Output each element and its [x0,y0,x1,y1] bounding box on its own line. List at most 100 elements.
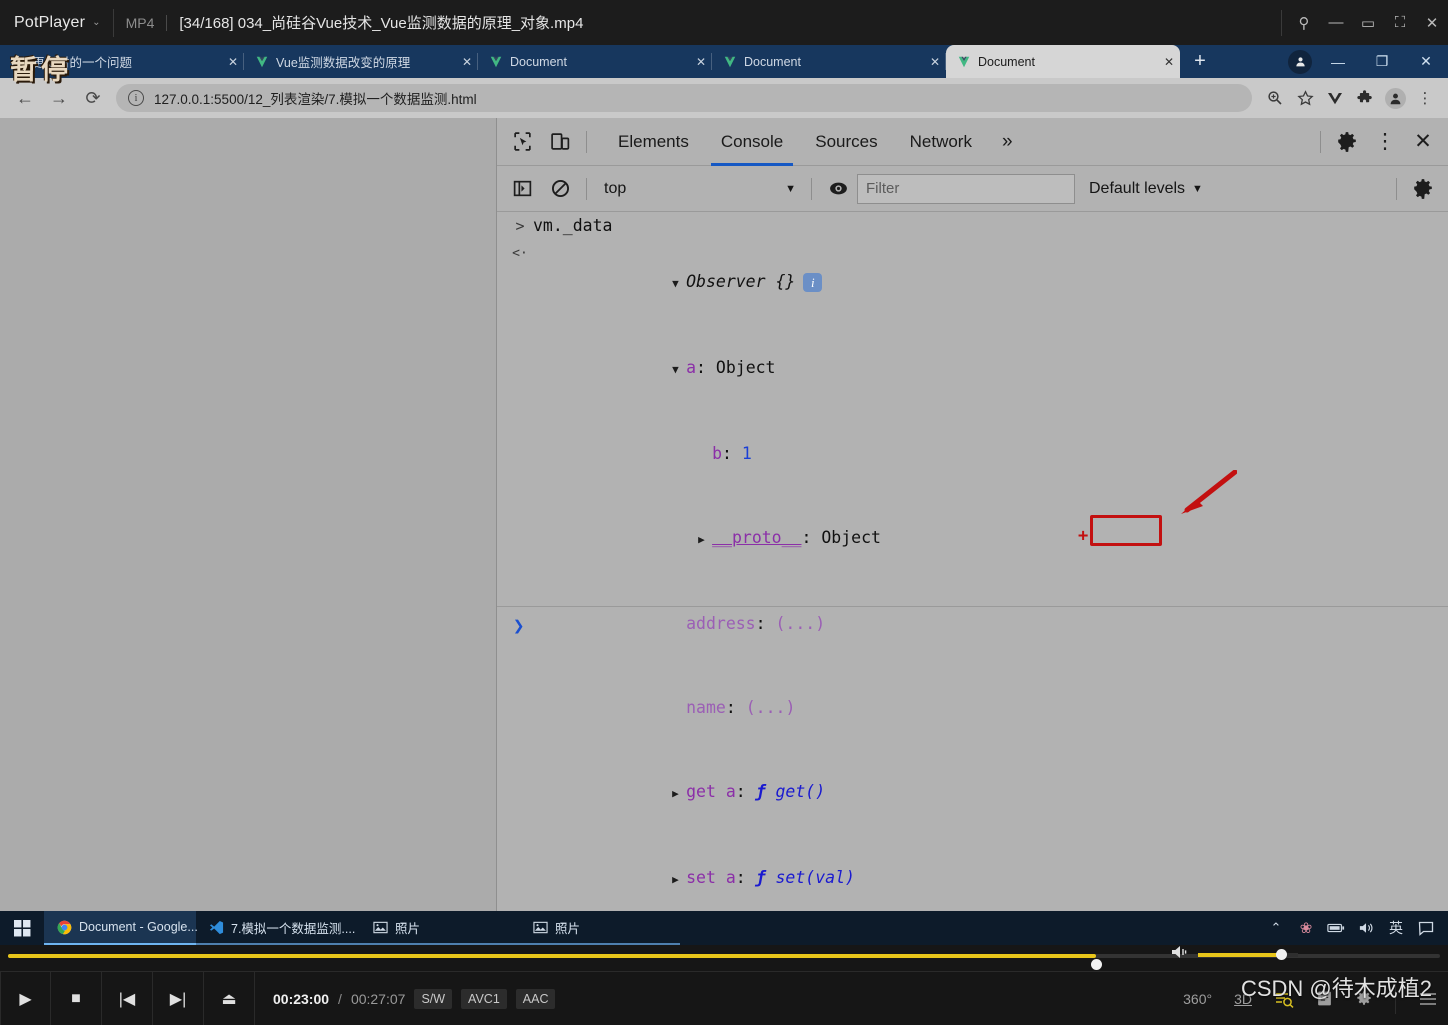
browser-tab-0[interactable]: 更新时的一个问题 ✕ [0,45,244,78]
back-button[interactable]: ← [8,81,42,115]
new-tab-button[interactable]: + [1180,45,1220,78]
battery-icon[interactable] [1322,911,1350,945]
console-context-selector[interactable]: top ▼ [594,174,804,204]
console-log-levels-selector[interactable]: Default levels ▼ [1089,180,1203,198]
profile-avatar-icon[interactable] [1380,83,1410,113]
previous-button[interactable]: |◀ [102,971,153,1025]
volume-slider-track[interactable] [1198,948,1298,960]
info-badge-icon[interactable]: i [803,273,823,292]
console-property-row[interactable]: ▶ __proto__: Object [497,496,1448,582]
prop-value[interactable]: (...) [746,698,796,717]
tab-sources[interactable]: Sources [799,118,893,166]
next-button[interactable]: ▶| [153,971,204,1025]
controls-divider [1395,983,1396,1014]
titlebar-divider-2 [166,14,168,31]
tab-network[interactable]: Network [894,118,988,166]
potplayer-menu-caret-icon[interactable]: ⌄ [92,17,100,28]
console-property-row[interactable]: ▼ a: Object [497,326,1448,412]
tab-close-icon-4[interactable]: ✕ [1154,55,1174,69]
seek-bar-knob[interactable] [1091,959,1103,970]
prop-key: __proto__ [712,528,802,547]
notifications-icon[interactable] [1412,911,1440,945]
browser-tab-3[interactable]: Document ✕ [712,45,946,78]
browser-maximize-icon[interactable]: ❐ [1360,45,1404,78]
console-prompt-caret-icon: ❯ [513,615,525,637]
console-property-row-highlighted[interactable]: b: 1 [497,412,1448,496]
ime-language-icon[interactable]: 英 [1382,911,1410,945]
site-info-icon[interactable]: i [128,90,144,106]
extensions-puzzle-icon[interactable] [1350,83,1380,113]
console-property-row[interactable]: name: (...) [497,666,1448,750]
console-settings-gear-icon[interactable] [1404,170,1442,208]
settings-gear-icon[interactable] [1355,990,1373,1008]
console-sidebar-toggle-icon[interactable] [503,170,541,208]
inspect-element-icon[interactable] [503,123,541,161]
tab-elements[interactable]: Elements [602,118,705,166]
taskbar-item-photos-1[interactable]: 照片 [360,911,520,945]
tab-close-icon-1[interactable]: ✕ [452,55,472,69]
playlist-search-icon[interactable] [1274,990,1294,1008]
menu-icon[interactable] [1418,992,1438,1006]
chrome-menu-icon[interactable]: ⋮ [1410,83,1440,113]
minimize-icon[interactable]: — [1320,0,1352,45]
volume-speaker-icon[interactable] [1170,944,1190,965]
tab-console[interactable]: Console [705,118,799,166]
taskbar-item-photos-2[interactable]: 照片 [520,911,680,945]
console-output[interactable]: > vm._data <· ▼ Observer {} i ▼ a: Object [497,212,1448,911]
profile-badge-icon[interactable] [1288,49,1312,74]
more-tabs-icon[interactable]: » [988,118,1027,166]
eject-button[interactable]: ⏏ [204,971,255,1025]
browser-tab-1[interactable]: Vue监测数据改变的原理 ✕ [244,45,478,78]
devtools-more-options-icon[interactable]: ⋮ [1366,123,1404,161]
pin-icon[interactable]: ⚲ [1288,0,1320,45]
clear-console-icon[interactable] [541,170,579,208]
devtools-settings-gear-icon[interactable] [1328,123,1366,161]
vue-favicon-icon [722,54,737,69]
play-button[interactable]: ▶ [0,971,51,1025]
stop-button[interactable]: ■ [51,971,102,1025]
prop-value[interactable]: (...) [776,614,826,633]
browser-close-icon[interactable]: ✕ [1404,45,1448,78]
expand-triangle-icon[interactable]: ▶ [672,780,686,808]
360-view-button[interactable]: 360° [1183,991,1212,1007]
forward-button[interactable]: → [42,81,76,115]
3d-view-button[interactable]: 3D [1234,991,1252,1007]
expand-triangle-icon[interactable]: ▶ [672,866,686,894]
expand-triangle-icon[interactable]: ▼ [672,356,686,384]
bookmark-star-icon[interactable] [1290,83,1320,113]
volume-control[interactable] [1170,944,1298,965]
volume-icon[interactable] [1352,911,1380,945]
browser-tab-2[interactable]: Document ✕ [478,45,712,78]
sakura-ime-icon[interactable]: ❀ [1292,911,1320,945]
browser-tab-4[interactable]: Document ✕ [946,45,1180,78]
reload-button[interactable]: ⟳ [76,81,110,115]
live-expression-eye-icon[interactable] [819,170,857,208]
taskbar-item-chrome[interactable]: Document - Google... [44,911,198,945]
console-property-row[interactable]: address: (...) [497,582,1448,666]
show-hidden-icons[interactable]: ⌃ [1262,911,1290,945]
playlist-icon[interactable] [1316,990,1333,1007]
volume-slider-knob[interactable] [1276,948,1287,960]
start-button-icon[interactable] [0,911,44,945]
tab-close-icon-3[interactable]: ✕ [920,55,940,69]
zoom-icon[interactable] [1260,83,1290,113]
potplayer-app-name[interactable]: PotPlayer [0,14,85,32]
vue-devtools-icon[interactable] [1320,83,1350,113]
expand-triangle-icon[interactable]: ▼ [672,270,686,298]
address-bar[interactable]: i 127.0.0.1:5500/12_列表渲染/7.模拟一个数据监测.html [116,84,1252,112]
console-property-row[interactable]: ▶ get a: ƒ get() [497,750,1448,836]
browser-minimize-icon[interactable]: — [1316,45,1360,78]
taskbar-item-label: Document - Google... [79,920,198,934]
device-toolbar-icon[interactable] [541,123,579,161]
fullscreen-icon[interactable]: ⛶ [1384,0,1416,45]
console-property-row[interactable]: ▶ set a: ƒ set(val) [497,836,1448,911]
tab-close-icon-0[interactable]: ✕ [218,55,238,69]
restore-icon[interactable]: ▭ [1352,0,1384,45]
close-icon[interactable]: ✕ [1416,0,1448,45]
tab-close-icon-2[interactable]: ✕ [686,55,706,69]
console-filter-input[interactable]: Filter [857,173,1075,204]
expand-triangle-icon[interactable]: ▶ [698,526,712,554]
devtools-close-icon[interactable]: ✕ [1404,123,1442,161]
console-prompt-row[interactable]: ❯ [507,612,524,640]
taskbar-item-vscode[interactable]: 7.模拟一个数据监测.... [196,911,360,945]
